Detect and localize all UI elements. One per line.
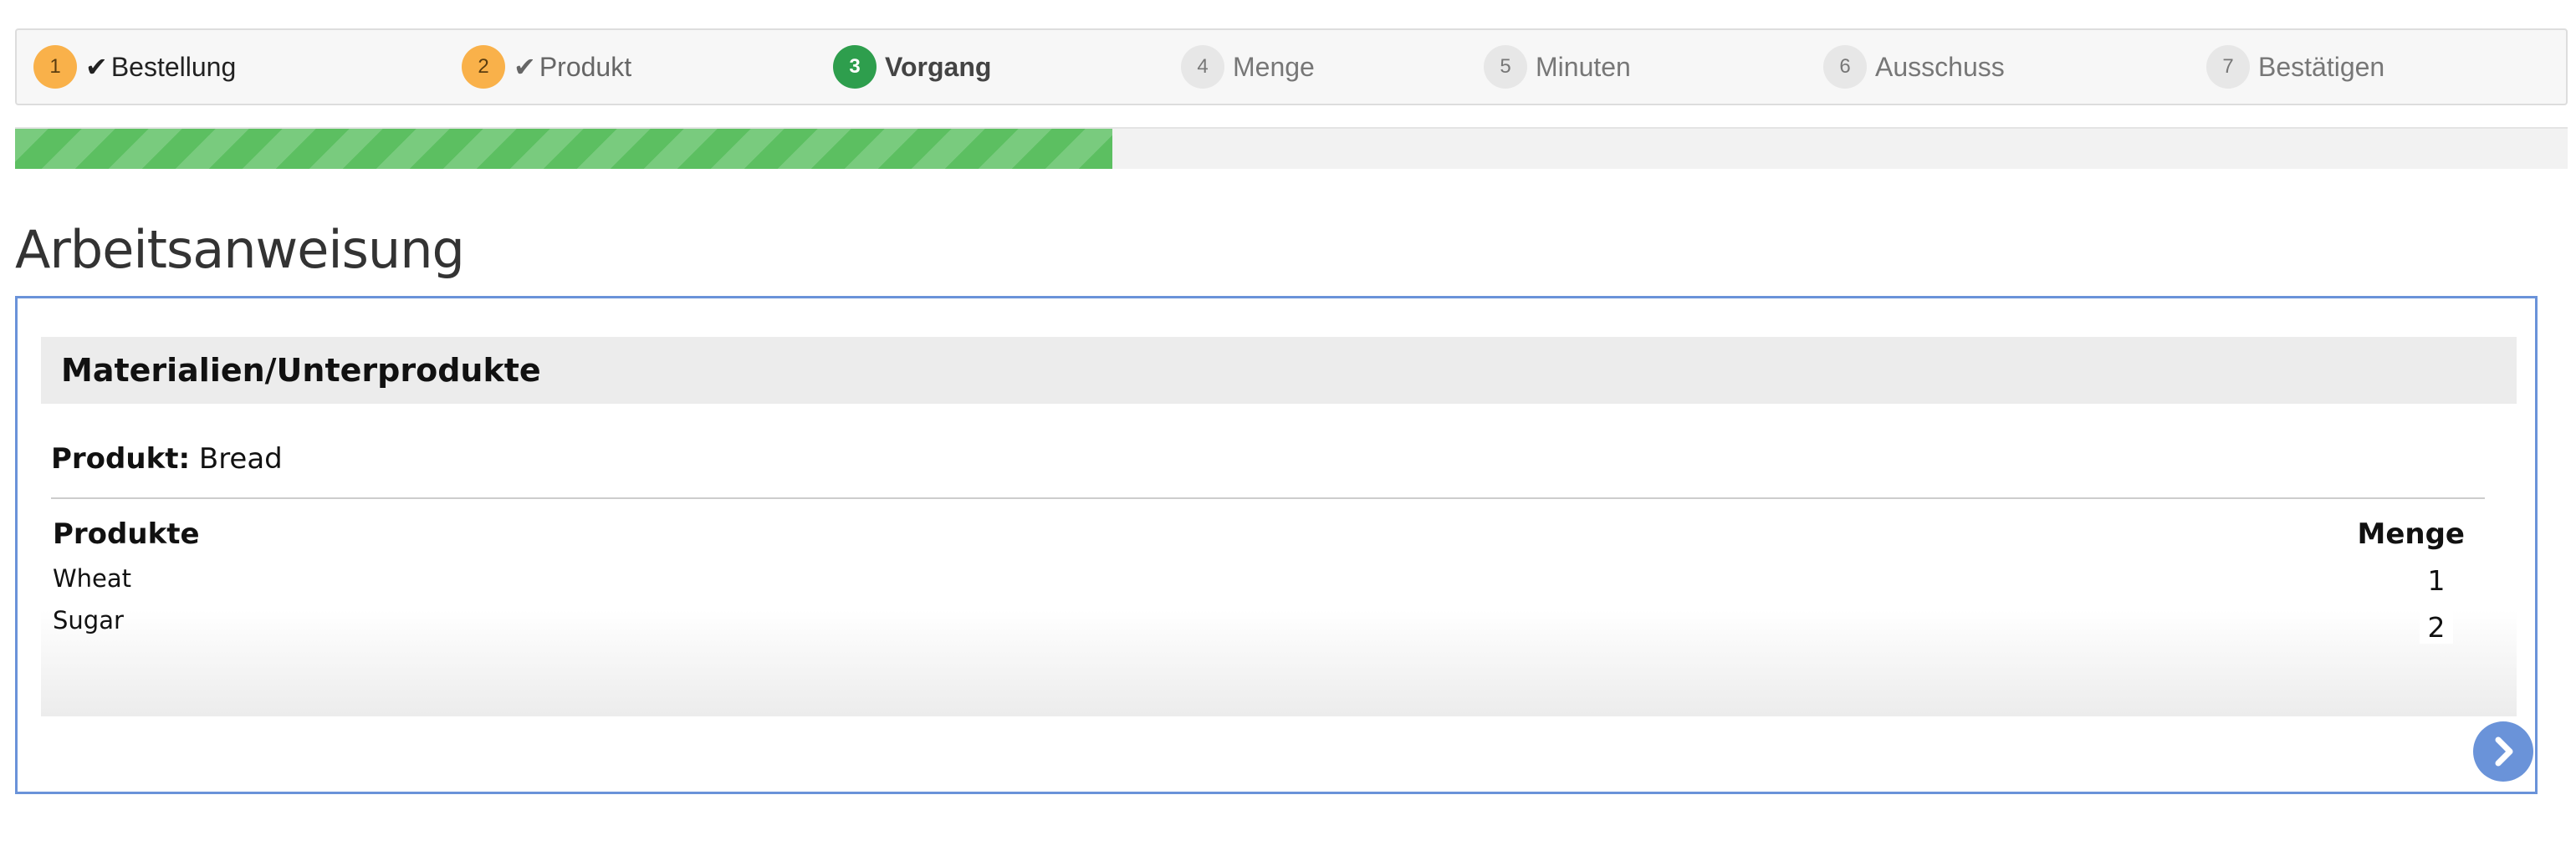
- step-bestaetigen[interactable]: 7 Bestätigen: [2206, 30, 2384, 104]
- row-product-name: Wheat: [53, 564, 132, 593]
- step-label: Produkt: [539, 51, 632, 82]
- step-number-badge: 7: [2206, 45, 2250, 89]
- row-quantity: 1: [2420, 564, 2453, 597]
- product-value: Bread: [198, 442, 283, 476]
- wizard-stepper: 1 ✔ Bestellung 2 ✔ Produkt 3 Vorgang 4 M…: [15, 28, 2568, 105]
- step-number-badge: 1: [33, 45, 77, 89]
- step-label: Menge: [1233, 51, 1315, 82]
- step-number-badge: 3: [833, 45, 877, 89]
- step-label: Vorgang: [885, 51, 992, 82]
- step-vorgang[interactable]: 3 Vorgang: [833, 30, 991, 104]
- column-header-quantity: Menge: [2357, 517, 2466, 551]
- step-produkt[interactable]: 2 ✔ Produkt: [462, 30, 631, 104]
- row-product-name: Sugar: [53, 606, 124, 634]
- checkmark-icon: ✔: [514, 52, 536, 82]
- table-row: Sugar 2: [53, 606, 2453, 644]
- step-number-badge: 2: [462, 45, 505, 89]
- table-row: Wheat 1: [53, 564, 2453, 597]
- product-key: Produkt:: [51, 442, 191, 476]
- product-line: Produkt: Bread: [51, 442, 283, 476]
- step-label: Bestätigen: [2258, 51, 2385, 82]
- panel-title: Materialien/Unterprodukte: [61, 352, 541, 389]
- panel-header: Materialien/Unterprodukte: [41, 337, 2517, 404]
- next-button[interactable]: [2473, 721, 2533, 782]
- progress-bar: [15, 127, 2568, 169]
- column-header-products: Produkte: [53, 517, 200, 551]
- step-label: Ausschuss: [1875, 51, 2005, 82]
- work-instruction-card: Materialien/Unterprodukte Produkt: Bread…: [15, 296, 2538, 794]
- step-number-badge: 6: [1823, 45, 1867, 89]
- step-label: Minuten: [1536, 51, 1631, 82]
- step-bestellung[interactable]: 1 ✔ Bestellung: [33, 30, 236, 104]
- step-number-badge: 5: [1484, 45, 1527, 89]
- page-title: Arbeitsanweisung: [15, 219, 465, 280]
- step-number-badge: 4: [1181, 45, 1224, 89]
- materials-panel: Materialien/Unterprodukte Produkt: Bread…: [41, 337, 2517, 716]
- divider: [51, 497, 2485, 499]
- step-minuten[interactable]: 5 Minuten: [1484, 30, 1631, 104]
- step-menge[interactable]: 4 Menge: [1181, 30, 1315, 104]
- step-label: Bestellung: [110, 51, 237, 82]
- checkmark-icon: ✔: [85, 52, 108, 82]
- step-ausschuss[interactable]: 6 Ausschuss: [1823, 30, 2005, 104]
- progress-bar-fill: [15, 129, 1113, 169]
- row-quantity: 2: [2420, 611, 2453, 644]
- chevron-right-icon: [2495, 736, 2513, 767]
